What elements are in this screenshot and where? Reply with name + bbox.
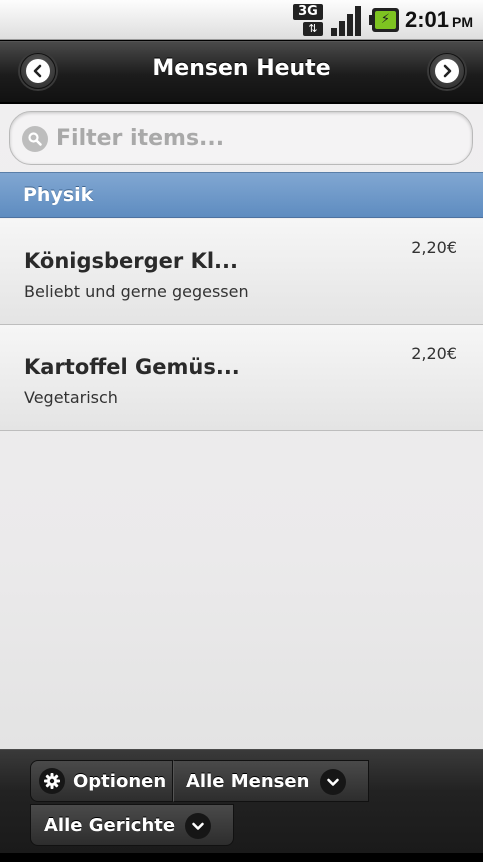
item-price: 2,20€ [411, 238, 457, 257]
footer-toolbar: Optionen Alle Mensen Alle Gerichte [0, 749, 483, 853]
search-bar[interactable] [9, 111, 473, 165]
bottom-edge [0, 853, 483, 862]
battery-charging-icon: ⚡ [368, 8, 399, 32]
3g-icon: 3G ⇅ [292, 4, 325, 36]
list-divider-physik: Physik [0, 172, 483, 218]
list-item[interactable]: Königsberger Kl... Beliebt und gerne geg… [0, 219, 483, 325]
content-area: Physik Königsberger Kl... Beliebt und ge… [0, 104, 483, 749]
status-icons: 3G ⇅ ⚡ 2:01 PM [292, 4, 473, 36]
item-price: 2,20€ [411, 344, 457, 363]
header-bar: Mensen Heute [0, 41, 483, 103]
forward-button[interactable] [429, 53, 465, 89]
status-bar: 3G ⇅ ⚡ 2:01 PM [0, 0, 483, 40]
chevron-down-icon [320, 769, 346, 795]
back-button[interactable] [20, 53, 56, 89]
clock-ampm: PM [452, 14, 473, 30]
filter-input[interactable] [56, 122, 456, 154]
options-label: Optionen [73, 770, 167, 792]
options-button[interactable]: Optionen [30, 760, 173, 802]
item-description: Beliebt und gerne gegessen [24, 282, 249, 301]
gerichte-select-label: Alle Gerichte [44, 814, 176, 836]
mensen-select-label: Alle Mensen [186, 770, 310, 792]
clock: 2:01 PM [405, 7, 473, 33]
network-activity-arrows: ⇅ [302, 22, 323, 36]
battery-bolt: ⚡ [374, 11, 396, 29]
list-item[interactable]: Kartoffel Gemüs... Vegetarisch 2,20€ [0, 325, 483, 431]
item-description: Vegetarisch [24, 388, 118, 407]
clock-time: 2:01 [404, 7, 449, 32]
menu-list: Königsberger Kl... Beliebt und gerne geg… [0, 219, 483, 431]
signal-icon [330, 4, 363, 36]
page-title: Mensen Heute [152, 56, 331, 81]
search-icon [22, 126, 48, 152]
chevron-down-icon [185, 813, 211, 839]
gear-icon [39, 768, 65, 794]
chevron-right-icon [435, 59, 459, 83]
chevron-left-icon [26, 59, 50, 83]
item-name: Königsberger Kl... [24, 249, 238, 273]
gerichte-select[interactable]: Alle Gerichte [30, 804, 234, 846]
item-name: Kartoffel Gemüs... [24, 355, 240, 379]
mensen-select[interactable]: Alle Mensen [173, 760, 369, 802]
network-type-label: 3G [292, 4, 323, 20]
